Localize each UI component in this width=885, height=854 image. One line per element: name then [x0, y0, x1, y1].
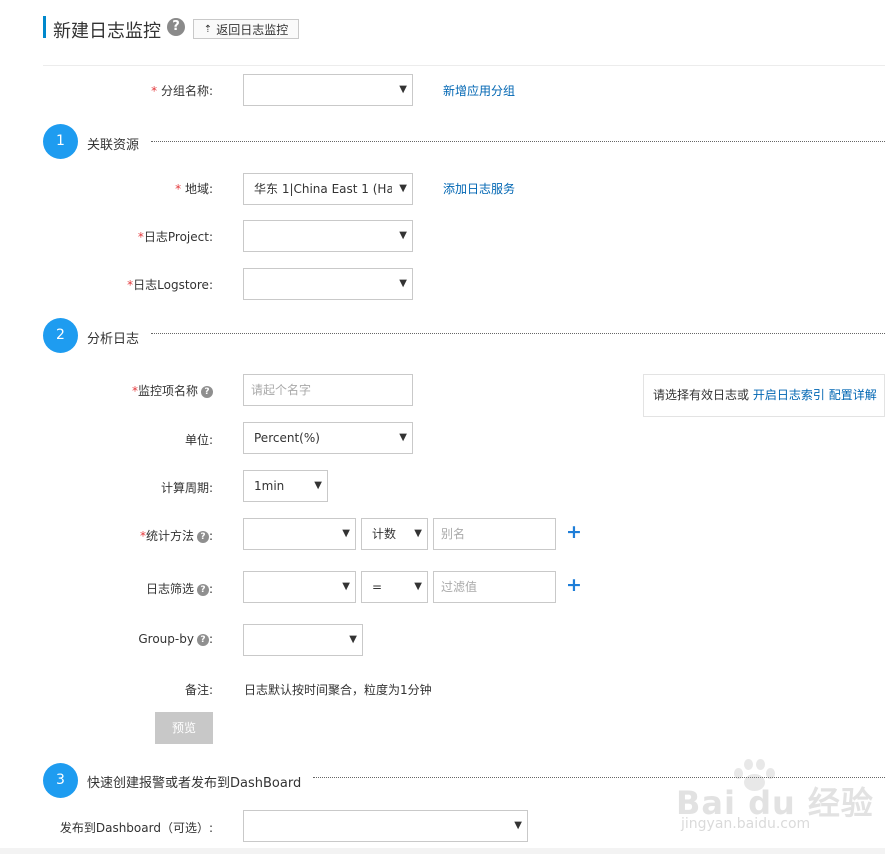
step-3-title: 快速创建报警或者发布到DashBoard [87, 776, 302, 791]
back-button-label: 返回日志监控 [216, 22, 289, 37]
logstore-select[interactable]: ▼ [243, 268, 413, 300]
page-title: 新建日志监控 [53, 21, 161, 42]
stat-field-select[interactable]: ▼ [243, 518, 356, 550]
add-app-group-link[interactable]: 新增应用分组 [443, 82, 515, 99]
enable-log-index-link[interactable]: 开启日志索引 [753, 388, 825, 402]
back-to-log-monitor-button[interactable]: ⇡ 返回日志监控 [193, 19, 299, 39]
step-3-badge: 3 [43, 763, 78, 798]
help-icon[interactable]: ? [196, 584, 209, 596]
chevron-down-icon: ▼ [342, 528, 350, 539]
help-icon[interactable]: ? [196, 531, 209, 543]
title-accent-bar [43, 16, 46, 38]
add-log-service-link[interactable]: 添加日志服务 [443, 180, 515, 197]
chevron-down-icon: ▼ [399, 432, 407, 443]
help-icon[interactable]: ? [201, 386, 213, 398]
filter-operator-select[interactable]: = ▼ [361, 571, 428, 603]
project-select[interactable]: ▼ [243, 220, 413, 252]
note-text: 日志默认按时间聚合，粒度为1分钟 [244, 683, 432, 697]
add-stat-plus-icon[interactable]: + [566, 523, 582, 542]
help-icon[interactable]: ? [196, 634, 209, 646]
publish-dashboard-label: 发布到Dashboard（可选）: [59, 821, 213, 835]
chevron-down-icon: ▼ [414, 581, 422, 592]
back-arrow-icon: ⇡ [203, 23, 213, 35]
note-label: 备注: [184, 683, 213, 697]
chevron-down-icon: ▼ [349, 634, 357, 645]
watermark-url: jingyan.baidu.com [681, 816, 811, 832]
chevron-down-icon: ▼ [399, 84, 407, 95]
period-select[interactable]: 1min ▼ [243, 470, 328, 502]
unit-label: 单位: [184, 433, 213, 447]
groupby-select[interactable]: ▼ [243, 624, 363, 656]
stat-method-select[interactable]: 计数 ▼ [361, 518, 428, 550]
region-select[interactable]: 华东 1|China East 1 (Har ▼ [243, 173, 413, 205]
groupby-label: Group-by?: [138, 632, 213, 646]
project-label: *日志Project: [137, 230, 213, 244]
step-1-divider [151, 141, 885, 142]
chevron-down-icon: ▼ [399, 183, 407, 194]
monitor-name-input[interactable] [243, 374, 413, 406]
alias-input[interactable] [433, 518, 556, 550]
log-index-hint: 请选择有效日志或 开启日志索引 配置详解 [643, 374, 885, 417]
add-filter-plus-icon[interactable]: + [566, 576, 582, 595]
help-icon[interactable]: ? [167, 18, 185, 36]
filter-value-input[interactable] [433, 571, 556, 603]
config-details-link[interactable]: 配置详解 [829, 388, 877, 402]
group-name-label: * 分组名称: [151, 84, 213, 98]
chevron-down-icon: ▼ [399, 230, 407, 241]
step-1-title: 关联资源 [87, 138, 140, 153]
chevron-down-icon: ▼ [399, 278, 407, 289]
unit-select[interactable]: Percent(%) ▼ [243, 422, 413, 454]
header-divider [43, 65, 885, 66]
period-label: 计算周期: [160, 481, 213, 495]
preview-button[interactable]: 预览 [155, 712, 213, 744]
stat-method-label: *统计方法?: [139, 529, 213, 543]
chevron-down-icon: ▼ [314, 480, 322, 491]
region-label: * 地域: [175, 182, 213, 196]
step-1-badge: 1 [43, 124, 78, 159]
step-2-badge: 2 [43, 318, 78, 353]
publish-dashboard-select[interactable]: ▼ [243, 810, 528, 842]
bottom-strip [0, 848, 885, 854]
logstore-label: *日志Logstore: [127, 278, 213, 292]
step-2-title: 分析日志 [87, 332, 140, 347]
filter-field-select[interactable]: ▼ [243, 571, 356, 603]
chevron-down-icon: ▼ [514, 820, 522, 831]
monitor-name-label: *监控项名称? [0, 382, 213, 399]
group-name-select[interactable]: ▼ [243, 74, 413, 106]
chevron-down-icon: ▼ [342, 581, 350, 592]
log-filter-label: 日志筛选?: [145, 582, 213, 596]
step-2-divider [151, 333, 885, 334]
chevron-down-icon: ▼ [414, 528, 422, 539]
